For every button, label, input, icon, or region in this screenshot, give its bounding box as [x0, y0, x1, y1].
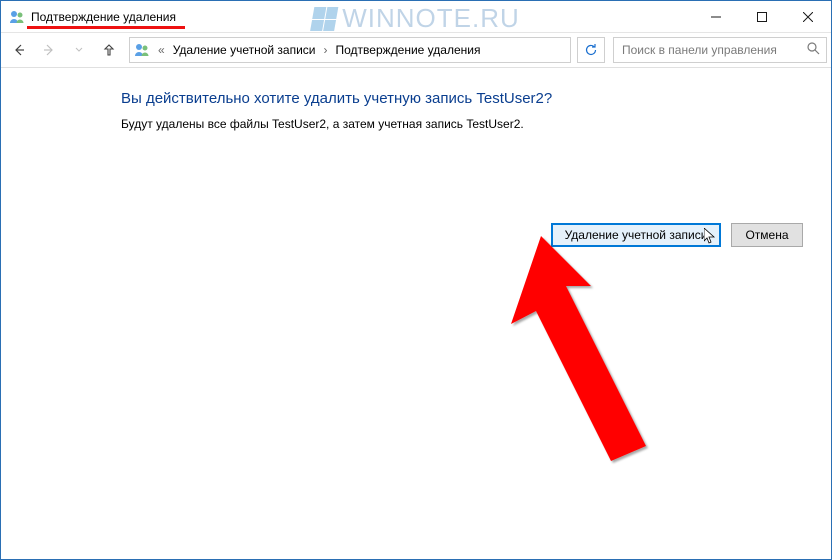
- titlebar: Подтверждение удаления WINNOTE.RU: [1, 1, 831, 33]
- up-button[interactable]: [95, 36, 123, 64]
- annotation-underline: [27, 26, 185, 29]
- breadcrumb-item-1[interactable]: Удаление учетной записи: [173, 43, 316, 57]
- cancel-label: Отмена: [745, 228, 788, 242]
- page-heading: Вы действительно хотите удалить учетную …: [121, 90, 831, 107]
- breadcrumb-prefix: «: [154, 43, 169, 57]
- windows-logo-icon: [310, 7, 338, 31]
- watermark: WINNOTE.RU: [312, 3, 520, 34]
- search-icon[interactable]: [807, 42, 820, 58]
- cancel-button[interactable]: Отмена: [731, 223, 803, 247]
- annotation-arrow: [491, 236, 661, 466]
- search-input[interactable]: [620, 42, 801, 58]
- window-title: Подтверждение удаления: [31, 10, 176, 24]
- chevron-right-icon: ›: [320, 43, 332, 57]
- user-accounts-icon: [134, 42, 150, 58]
- window: Подтверждение удаления WINNOTE.RU: [0, 0, 832, 560]
- breadcrumb-item-2[interactable]: Подтверждение удаления: [336, 43, 481, 57]
- page-description: Будут удалены все файлы TestUser2, а зат…: [121, 117, 831, 131]
- nav-row: « Удаление учетной записи › Подтверждени…: [1, 33, 831, 68]
- close-button[interactable]: [785, 1, 831, 32]
- delete-account-label: Удаление учетной записи: [565, 228, 708, 242]
- refresh-button[interactable]: [577, 37, 605, 63]
- watermark-text: WINNOTE.RU: [342, 3, 520, 34]
- user-accounts-icon: [9, 9, 25, 25]
- minimize-button[interactable]: [693, 1, 739, 32]
- forward-button[interactable]: [35, 36, 63, 64]
- delete-account-button[interactable]: Удаление учетной записи: [551, 223, 721, 247]
- window-controls: [693, 1, 831, 32]
- button-row: Удаление учетной записи Отмена: [551, 223, 803, 247]
- maximize-button[interactable]: [739, 1, 785, 32]
- content-area: Вы действительно хотите удалить учетную …: [1, 68, 831, 559]
- breadcrumb[interactable]: « Удаление учетной записи › Подтверждени…: [129, 37, 571, 63]
- recent-dropdown[interactable]: [65, 36, 93, 64]
- search-box[interactable]: [613, 37, 827, 63]
- back-button[interactable]: [5, 36, 33, 64]
